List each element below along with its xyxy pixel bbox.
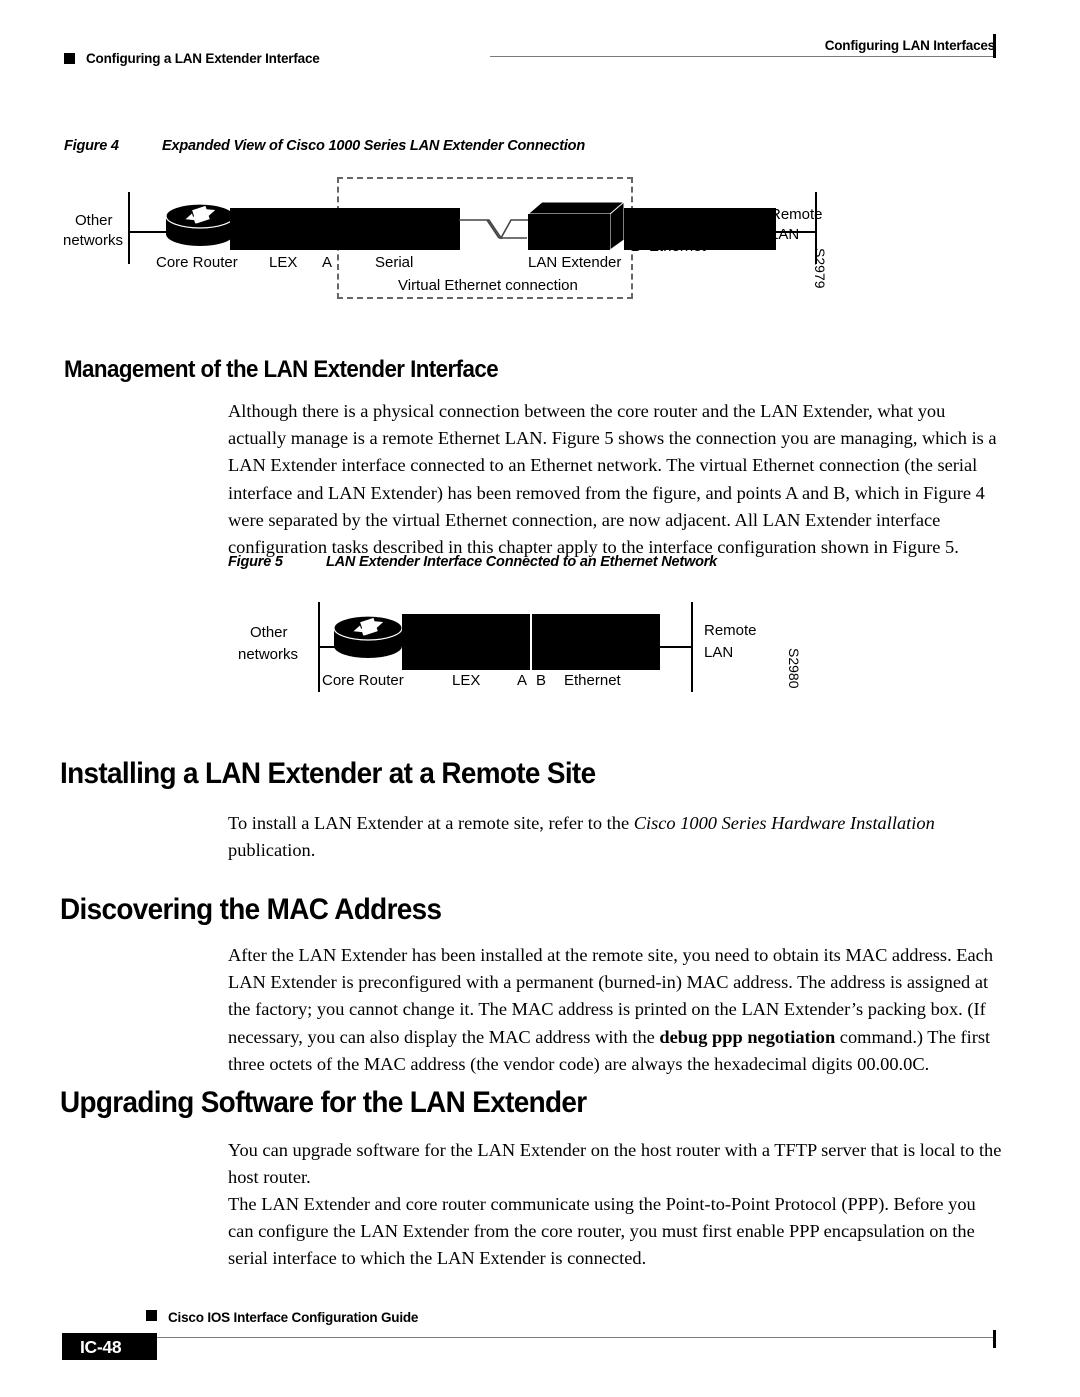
figure-4-label-serial: Serial — [375, 254, 414, 271]
footer-rule — [150, 1337, 995, 1338]
figure-4-label-lex: LEX — [269, 254, 298, 271]
figure-5-label-remote: Remote — [704, 622, 757, 639]
figure-5-ethernet-bar — [532, 614, 660, 670]
figure-5-label-lan: LAN — [704, 644, 734, 661]
figure-5-id-code: S2980 — [786, 648, 802, 689]
figure-5-caption: Figure 5 LAN Extender Interface Connected… — [228, 554, 717, 570]
installing-publication-title: Cisco 1000 Series Hardware Installation — [633, 813, 935, 833]
figure-4-label-lan: LAN — [770, 226, 800, 243]
figure-4-label-point-b: B — [631, 238, 642, 255]
figure-5-title: LAN Extender Interface Connected to an E… — [326, 554, 718, 570]
figure-4-id-code: S2979 — [812, 248, 828, 289]
figure-5-remote-lan-link — [660, 646, 692, 648]
paragraph-management: Although there is a physical connection … — [228, 401, 997, 558]
footer-page-number: IC-48 — [80, 1337, 122, 1357]
footer-edge-tick — [993, 1330, 996, 1348]
paragraph-upgrading-2: The LAN Extender and core router communi… — [228, 1194, 976, 1269]
figure-5-label-core-router: Core Router — [322, 672, 404, 689]
debug-command-name: debug ppp negotiation — [659, 1026, 836, 1047]
figure-5-core-router-icon — [333, 615, 403, 658]
footer-bullet-square-icon — [146, 1310, 157, 1321]
core-router-icon — [165, 203, 235, 246]
figure-5-label-point-a: A — [517, 672, 528, 689]
figure-4-label-ethernet: Ethernet — [649, 238, 706, 255]
figure-5-label-networks: networks — [238, 646, 299, 663]
figure-4-graphic: Other networks Remote LAN Core Router LE… — [60, 170, 880, 300]
heading-management: Management of the LAN Extender Interface — [64, 356, 499, 383]
figure-5-label-lex: LEX — [452, 672, 481, 689]
lan-extender-box-icon — [528, 201, 624, 251]
figure-5-label-ethernet: Ethernet — [564, 672, 621, 689]
figure-5-lex-bar — [402, 614, 530, 670]
figure-4-title: Expanded View of Cisco 1000 Series LAN E… — [162, 138, 585, 154]
lex-serial-bar — [230, 208, 460, 250]
figure-5-remote-lan-bus — [691, 602, 693, 692]
header-bullet-square-icon — [64, 53, 75, 64]
figure-4-label-core-router: Core Router — [156, 254, 238, 271]
header-edge-tick — [993, 34, 996, 58]
figure-5-label-point-b: B — [536, 672, 547, 689]
header-right-title: Configuring LAN Interfaces — [824, 38, 996, 53]
installing-text-after: publication. — [228, 840, 316, 861]
paragraph-discovering: After the LAN Extender has been installe… — [228, 942, 1003, 1078]
figure-4-label-remote: Remote — [770, 206, 823, 223]
figure-4-caption: Figure 4 Expanded View of Cisco 1000 Seri… — [64, 138, 585, 154]
figure-5-number: Figure 5 — [228, 554, 283, 570]
heading-discovering: Discovering the MAC Address — [60, 893, 442, 926]
header-left-title: Configuring a LAN Extender Interface — [86, 51, 320, 66]
heading-installing: Installing a LAN Extender at a Remote Si… — [60, 757, 596, 790]
other-networks-bus — [128, 192, 130, 264]
paragraph-upgrading-1: You can upgrade software for the LAN Ext… — [228, 1140, 1002, 1188]
figure-5-label-other: Other — [250, 624, 288, 641]
figure-4-label-other: Other — [75, 212, 113, 229]
figure-5-graphic: Other networks Remote LAN Core Router LE… — [230, 600, 810, 705]
installing-text-before: To install a LAN Extender at a remote si… — [228, 813, 634, 833]
serial-zigzag-link — [459, 219, 537, 240]
figure-4-label-lan-extender: LAN Extender — [528, 254, 622, 271]
figure-4-label-point-a: A — [322, 254, 333, 271]
header-rule — [490, 56, 995, 57]
footer-guide-title: Cisco IOS Interface Configuration Guide — [168, 1310, 419, 1325]
heading-upgrading: Upgrading Software for the LAN Extender — [60, 1086, 587, 1119]
figure-4-number: Figure 4 — [64, 138, 119, 154]
paragraph-installing: To install a LAN Extender at a remote si… — [228, 810, 1003, 864]
figure-4-label-networks: networks — [63, 232, 124, 249]
figure-4-label-virtual-connection: Virtual Ethernet connection — [398, 277, 578, 294]
